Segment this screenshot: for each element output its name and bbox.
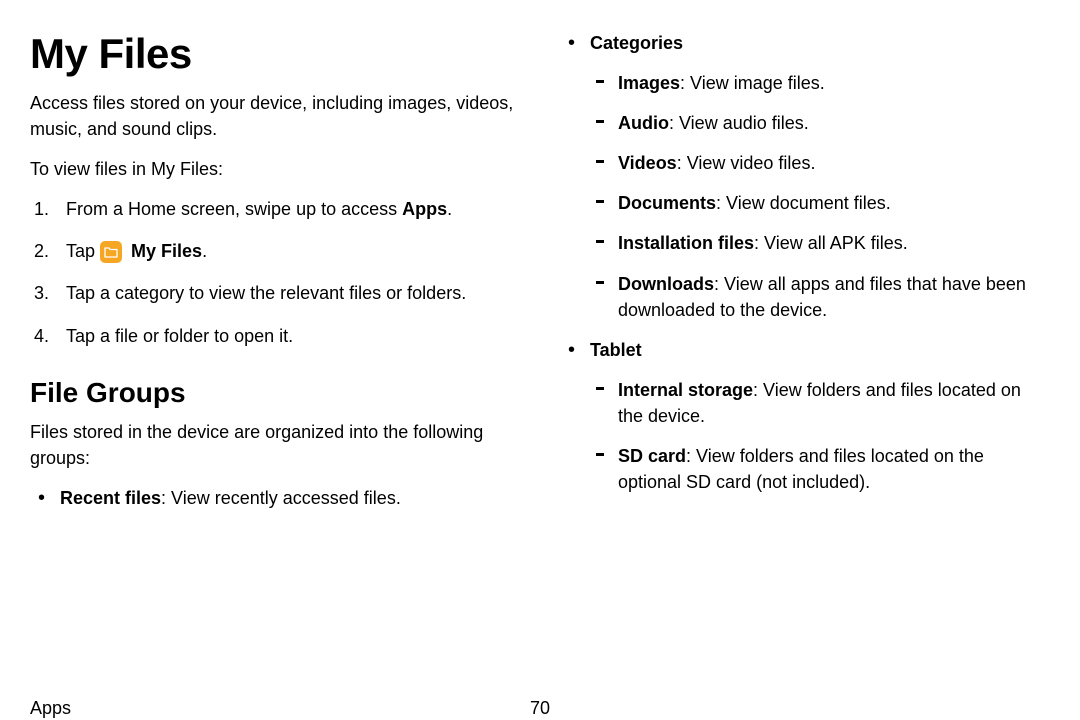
cat-images: Images: View image files.: [590, 70, 1050, 96]
step-text: Tap: [66, 241, 100, 261]
recent-files-desc: : View recently accessed files.: [161, 488, 401, 508]
recent-files-label: Recent files: [60, 488, 161, 508]
categories-item: Categories Images: View image files. Aud…: [560, 30, 1050, 323]
cat-label: Installation files: [618, 233, 754, 253]
view-prompt: To view files in My Files:: [30, 156, 520, 182]
right-column: Categories Images: View image files. Aud…: [560, 30, 1050, 525]
step-text: .: [447, 199, 452, 219]
cat-label: Videos: [618, 153, 677, 173]
recent-files-item: Recent files: View recently accessed fil…: [30, 485, 520, 511]
cat-downloads: Downloads: View all apps and files that …: [590, 271, 1050, 323]
page-title: My Files: [30, 30, 520, 78]
groups-list: Categories Images: View image files. Aud…: [560, 30, 1050, 495]
tab-sdcard: SD card: View folders and files located …: [590, 443, 1050, 495]
tab-label: Internal storage: [618, 380, 753, 400]
footer-page: 70: [530, 698, 550, 719]
cat-videos: Videos: View video files.: [590, 150, 1050, 176]
cat-documents: Documents: View document files.: [590, 190, 1050, 216]
cat-label: Audio: [618, 113, 669, 133]
tablet-item: Tablet Internal storage: View folders an…: [560, 337, 1050, 495]
page-content: My Files Access files stored on your dev…: [30, 30, 1050, 525]
file-groups-intro: Files stored in the device are organized…: [30, 419, 520, 471]
step-1: From a Home screen, swipe up to access A…: [30, 196, 520, 222]
step-2: Tap My Files.: [30, 238, 520, 264]
step-4: Tap a file or folder to open it.: [30, 323, 520, 349]
footer-section: Apps: [30, 698, 71, 719]
cat-desc: : View image files.: [680, 73, 825, 93]
steps-list: From a Home screen, swipe up to access A…: [30, 196, 520, 348]
tab-label: SD card: [618, 446, 686, 466]
step-text: From a Home screen, swipe up to access: [66, 199, 402, 219]
step-text: .: [202, 241, 207, 261]
tab-internal: Internal storage: View folders and files…: [590, 377, 1050, 429]
cat-desc: : View all APK files.: [754, 233, 908, 253]
tablet-sublist: Internal storage: View folders and files…: [590, 377, 1050, 495]
cat-label: Images: [618, 73, 680, 93]
cat-installation: Installation files: View all APK files.: [590, 230, 1050, 256]
cat-desc: : View audio files.: [669, 113, 809, 133]
my-files-label: My Files: [131, 241, 202, 261]
step-3: Tap a category to view the relevant file…: [30, 280, 520, 306]
my-files-icon: [100, 241, 122, 263]
left-column: My Files Access files stored on your dev…: [30, 30, 520, 525]
file-groups-heading: File Groups: [30, 377, 520, 409]
categories-sublist: Images: View image files. Audio: View au…: [590, 70, 1050, 323]
intro-text: Access files stored on your device, incl…: [30, 90, 520, 142]
cat-label: Documents: [618, 193, 716, 213]
cat-desc: : View document files.: [716, 193, 891, 213]
recent-list: Recent files: View recently accessed fil…: [30, 485, 520, 511]
categories-label: Categories: [590, 33, 683, 53]
cat-desc: : View video files.: [677, 153, 816, 173]
apps-label: Apps: [402, 199, 447, 219]
cat-audio: Audio: View audio files.: [590, 110, 1050, 136]
tablet-label: Tablet: [590, 340, 642, 360]
cat-label: Downloads: [618, 274, 714, 294]
